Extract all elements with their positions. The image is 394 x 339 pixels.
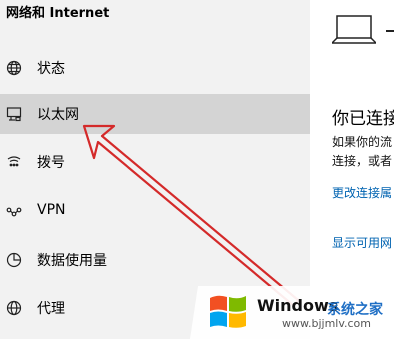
watermark-subtitle: 系统之家 [327, 302, 383, 318]
watermark: Windows 系统之家 www.bjjmlv.com [190, 278, 394, 339]
windows-logo-icon [208, 294, 248, 334]
watermark-url: www.bjjmlv.com [282, 317, 371, 330]
